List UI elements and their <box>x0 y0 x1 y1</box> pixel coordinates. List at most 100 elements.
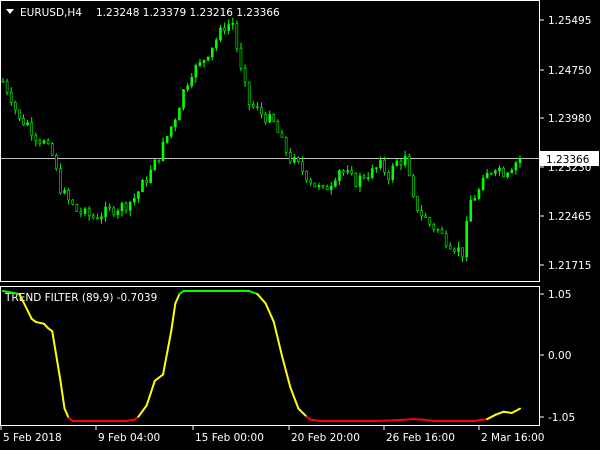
candle-body <box>489 172 493 175</box>
candle-body <box>305 171 308 181</box>
trend-filter-segment <box>174 293 181 305</box>
candle-body <box>424 215 427 218</box>
candle-body <box>346 170 349 173</box>
candle-body <box>510 169 514 174</box>
candle-body <box>227 24 230 31</box>
candle-body <box>284 137 288 153</box>
candle-body <box>63 189 66 194</box>
candle-body <box>329 185 333 191</box>
candle-body <box>133 198 136 203</box>
candle-body <box>34 134 38 142</box>
candle-body <box>198 62 202 66</box>
trend-filter-segment <box>486 413 497 421</box>
candle-body <box>506 172 509 178</box>
candle-body <box>104 206 107 218</box>
trend-filter-segment <box>162 330 173 376</box>
candle-body <box>514 162 518 171</box>
trend-filter-segment <box>51 330 62 382</box>
candle-body <box>100 216 103 220</box>
candle-body <box>26 122 29 126</box>
candle-body <box>194 65 198 78</box>
candle-body <box>256 106 259 108</box>
candle-body <box>87 208 91 217</box>
trend-filter-segment <box>153 373 165 382</box>
trend-filter-segment <box>34 320 46 325</box>
current-price-label: 1.23366 <box>546 154 590 166</box>
candle-body <box>202 59 206 63</box>
indicator-label: TREND FILTER (89,9) -0.7039 <box>4 292 157 304</box>
time-label: 2 Mar 16:00 <box>481 432 544 444</box>
time-label: 20 Feb 20:00 <box>291 432 360 444</box>
candle-body <box>22 118 25 126</box>
candle-body <box>342 170 345 173</box>
candle-body <box>42 140 46 144</box>
candle-body <box>395 160 399 167</box>
trading-chart[interactable]: 1.25495 1.24750 1.23980 1.23230 1.22465 … <box>0 0 600 450</box>
candle-body <box>161 141 165 161</box>
candle-body <box>272 114 276 122</box>
candle-body <box>141 180 144 193</box>
candle-body <box>14 102 17 111</box>
trend-filter-segment <box>297 407 308 418</box>
candle-body <box>96 217 99 220</box>
candle-body <box>301 161 304 172</box>
chart-menu-triangle-icon[interactable] <box>6 9 14 14</box>
trend-filter-segment <box>371 419 394 422</box>
candle-body <box>354 172 358 187</box>
candle-body <box>190 76 194 87</box>
candle-body <box>313 182 317 188</box>
candle-body <box>297 157 300 162</box>
indicator-tick: 1.05 <box>548 289 571 301</box>
candle-body <box>243 67 247 83</box>
candle-body <box>128 201 132 211</box>
candle-body <box>223 27 226 31</box>
candle-body <box>186 85 189 90</box>
indicator-axis: 1.05 0.00 -1.05 <box>540 289 575 424</box>
trend-filter-segment <box>510 407 521 414</box>
candle-body <box>321 185 325 188</box>
trend-filter-segment <box>137 404 148 418</box>
candle-body <box>120 202 124 212</box>
candle-body <box>444 233 448 247</box>
candle-body <box>350 170 354 174</box>
price-candles <box>1 17 522 262</box>
candle-body <box>9 92 13 103</box>
candle-body <box>38 140 42 144</box>
trend-filter-segment <box>473 418 489 422</box>
candle-body <box>108 206 111 209</box>
price-tick: 1.24750 <box>548 65 591 77</box>
time-axis: 5 Feb 2018 9 Feb 04:00 15 Feb 00:00 20 F… <box>0 426 544 444</box>
candle-body <box>387 171 390 180</box>
candle-body <box>75 203 79 212</box>
candle-body <box>235 23 239 49</box>
candle-body <box>55 154 58 170</box>
time-label: 15 Feb 00:00 <box>195 432 264 444</box>
candle-body <box>71 199 75 205</box>
candle-body <box>317 185 321 188</box>
trend-filter-segment <box>309 418 322 422</box>
price-tick: 1.22465 <box>548 211 591 223</box>
price-tick: 1.23980 <box>548 113 591 125</box>
candle-body <box>485 172 489 179</box>
candle-body <box>5 81 9 93</box>
indicator-tick: -1.05 <box>548 412 575 424</box>
candle-body <box>116 210 120 216</box>
candle-body <box>338 170 341 182</box>
candle-body <box>169 126 173 137</box>
trend-filter-line <box>2 290 521 422</box>
candle-body <box>239 47 243 69</box>
trend-filter-segment <box>502 410 513 414</box>
time-label: 26 Feb 16:00 <box>386 432 455 444</box>
trend-filter-segment <box>256 293 267 305</box>
candle-body <box>399 160 403 166</box>
trend-filter-segment <box>170 302 177 333</box>
candle-body <box>370 168 374 178</box>
candle-body <box>145 180 148 183</box>
candle-body <box>309 179 313 184</box>
trend-filter-segment <box>59 379 66 410</box>
time-label: 9 Feb 04:00 <box>98 432 160 444</box>
candle-body <box>178 107 181 121</box>
candle-body <box>436 229 440 231</box>
trend-filter-segment <box>281 355 292 388</box>
candle-body <box>448 245 452 250</box>
